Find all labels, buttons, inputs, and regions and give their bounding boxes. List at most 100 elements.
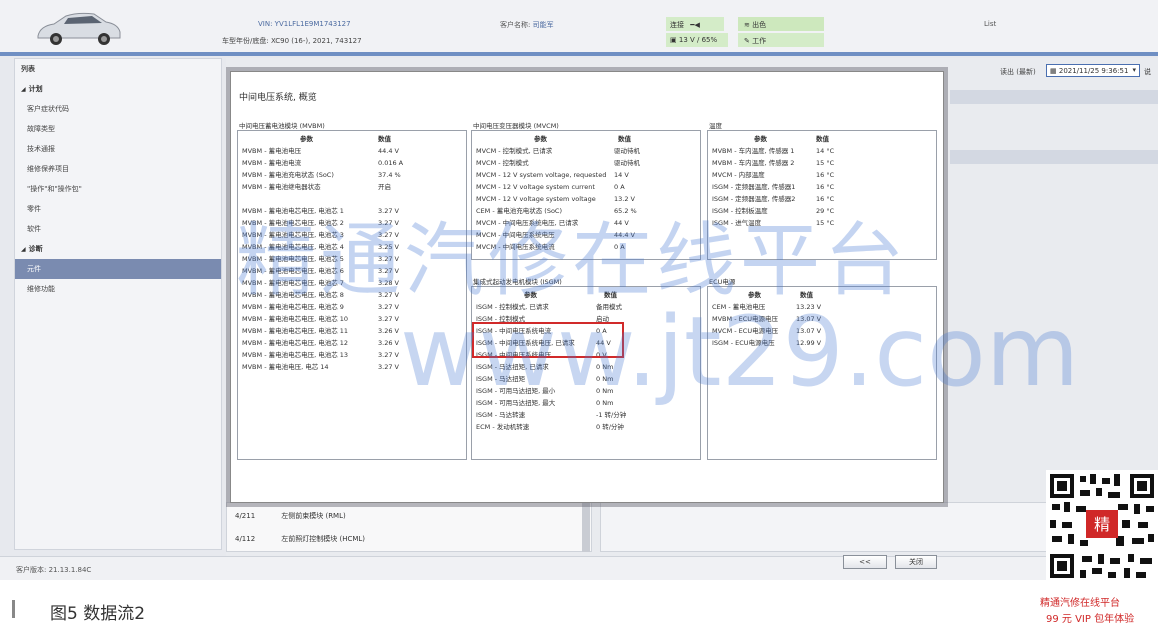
param-value: 3.28 V [378,279,399,287]
param-name: MVBM - 蓄电池电压 [242,147,302,155]
param-name: MVBM - ECU电源电压 [712,315,779,323]
column-header: 数值 [816,135,829,143]
param-value: 3.27 V [378,351,399,359]
readout-label: 读出 (最新) [1000,68,1036,76]
overview-dialog: 中间电压系统, 概览 中间电压蓄电池模块 (MVBM) 参数 数值 MVBM -… [230,71,944,569]
battery-icon: ▣ [670,36,677,44]
scrollbar[interactable] [582,502,590,552]
param-name: ISGM - 进气温度 [712,219,762,227]
param-row: MVBM - 车内温度, 传感器 2 15 °C [712,157,834,169]
sidebar-group-plan[interactable]: ◢ 计划 [15,79,221,99]
param-row: MVCM - 中间电压系统电压 44.4 V [476,229,635,241]
param-name: MVCM - ECU电源电压 [712,327,779,335]
column-header: 数值 [618,135,631,143]
list-item[interactable]: 4/112 左前照灯控制模块 (HCML) [227,528,591,550]
temp-panel: 参数 数值 MVBM - 车内温度, 传感器 1 14 °C MVBM - 车内温度… [707,130,937,260]
highlight-box [472,322,624,358]
sidebar-item-label: 列表 [21,65,35,73]
customer-name: 客户名称: 司能军 [500,20,554,30]
sidebar-item-symptom-codes[interactable]: 客户症状代码 [15,99,221,119]
sidebar-item-maintenance[interactable]: 维修保养项目 [15,159,221,179]
sidebar-item-tech-bulletins[interactable]: 技术通报 [15,139,221,159]
param-row: MVBM - 蓄电池电芯电压, 电池芯 5 3.27 V [242,253,399,265]
list-item[interactable]: 4/211 左侧前束模块 (RML) [227,505,591,527]
param-row: ISGM - ECU电源电压 12.99 V [712,337,821,349]
param-name: ISGM - 控制模式, 已请求 [476,303,549,311]
param-name: MVBM - 蓄电池电芯电压, 电池芯 4 [242,243,344,251]
param-row: MVCM - 中间电压系统电压, 已请求 44 V [476,217,629,229]
background-band [950,90,1158,104]
column-header: 数值 [604,291,617,299]
param-name: MVBM - 蓄电池继电器状态 [242,183,321,191]
param-name: ISGM - 定频器温度, 传感器2 [712,195,796,203]
param-name: MVCM - 12 V voltage system voltage [476,195,596,203]
status-bar [0,556,1158,580]
column-header: 数值 [800,291,813,299]
param-value: 备用模式 [596,303,622,311]
sidebar-item-components[interactable]: 元件 [15,259,221,279]
param-value: 0 Nm [596,399,614,407]
param-row: MVBM - 蓄电池电芯电压, 电池芯 2 3.27 V [242,217,399,229]
param-name: MVBM - 蓄电池电芯电压, 电池芯 7 [242,279,344,287]
param-value: 37.4 % [378,171,401,179]
param-name: MVCM - 12 V system voltage, requested [476,171,607,179]
param-row: ISGM - 可用马达扭矩, 最大 0 Nm [476,397,613,409]
param-value: 44.4 V [614,231,635,239]
param-value: 3.27 V [378,231,399,239]
param-name: MVBM - 蓄电池电芯电压, 电池芯 10 [242,315,349,323]
sidebar-item-parts[interactable]: 零件 [15,199,221,219]
param-name: MVBM - 蓄电池电芯电压, 电池芯 13 [242,351,349,359]
param-row: ISGM - 定频器温度, 传感器2 16 °C [712,193,834,205]
close-button[interactable]: 关闭 [895,555,937,569]
sidebar-item-fault-types[interactable]: 故障类型 [15,119,221,139]
param-value: 13.2 V [614,195,635,203]
param-row: MVBM - 蓄电池电芯电压, 电池芯 3 3.27 V [242,229,399,241]
param-value: 15 °C [816,159,835,167]
param-value: -1 转/分钟 [596,411,627,419]
vin-text: VIN: YV1LFL1E9M1743127 [258,20,351,28]
param-name: MVBM - 蓄电池电芯电压, 电池芯 11 [242,327,349,335]
mvcm-section-title: 中间电压变压器模块 (MVCM) [473,122,559,130]
param-value: 3.26 V [378,339,399,347]
param-value: 3.26 V [378,327,399,335]
sidebar-item-label: 客户症状代码 [27,105,69,113]
param-row: MVCM - ECU电源电压 13.07 V [712,325,821,337]
readout-date-select[interactable]: ▦ 2021/11/25 9:36:51 ▾ [1046,64,1140,77]
collapse-triangle-icon: ◢ [21,246,26,253]
back-button[interactable]: << [843,555,887,569]
customer-label: 客户名称: [500,21,531,29]
param-row: ISGM - 马达转速 -1 转/分钟 [476,409,626,421]
param-name: MVBM - 蓄电池充电状态 (SoC) [242,171,334,179]
component-name: 左侧前束模块 (RML) [281,512,346,520]
param-name: ISGM - 可用马达扭矩, 最大 [476,399,556,407]
sidebar-item-label: 计划 [28,85,43,93]
column-header: 参数 [524,291,537,299]
param-row: MVCM - 中间电压系统电流 0 A [476,241,625,253]
sidebar-item-label: 软件 [27,225,41,233]
sidebar-group-diagnostics[interactable]: ◢ 诊断 [15,239,221,259]
mvbm-panel: 参数 数值 MVBM - 蓄电池电压 44.4 V MVBM - 蓄电池电流 0.01… [237,130,467,460]
param-name: MVCM - 控制模式, 已请求 [476,147,553,155]
qr-caption-line2: 99 元 VIP 包年体验 [1046,614,1135,625]
status-panel: 连接 ━◀ ≋ 出色 ▣ 13 V / 65% ✎ 工作 [666,17,824,47]
param-row: ISGM - 进气温度 15 °C [712,217,834,229]
sidebar-item-operations[interactable]: "操作"和"操作包" [15,179,221,199]
param-value: 65.2 % [614,207,637,215]
chevron-down-icon: ▾ [1132,66,1136,74]
param-value: 0 Nm [596,375,614,383]
plug-icon: ━◀ [690,21,700,29]
param-name: MVBM - 蓄电池电压, 电芯 14 [242,363,329,371]
param-value: 12.99 V [796,339,822,347]
param-value: 0 Nm [596,363,614,371]
param-row: ISGM - 可用马达扭矩, 最小 0 Nm [476,385,613,397]
param-row: MVBM - 蓄电池电芯电压, 电池芯 9 3.27 V [242,301,399,313]
param-name: MVCM - 控制模式 [476,159,529,167]
sidebar-item-software[interactable]: 软件 [15,219,221,239]
param-row: MVBM - 蓄电池电芯电压, 电池芯 8 3.27 V [242,289,399,301]
param-name: MVBM - 蓄电池电芯电压, 电池芯 3 [242,231,344,239]
param-row: MVBM - 蓄电池电芯电压, 电池芯 1 3.27 V [242,205,399,217]
sidebar-item-list[interactable]: 列表 [15,59,221,79]
param-row: MVBM - 蓄电池电芯电压, 电池芯 12 3.26 V [242,337,399,349]
app-screenshot: VIN: YV1LFL1E9M1743127 车型年份/底盘: XC90 (16… [0,0,1158,580]
sidebar-item-repair-functions[interactable]: 维修功能 [15,279,221,299]
